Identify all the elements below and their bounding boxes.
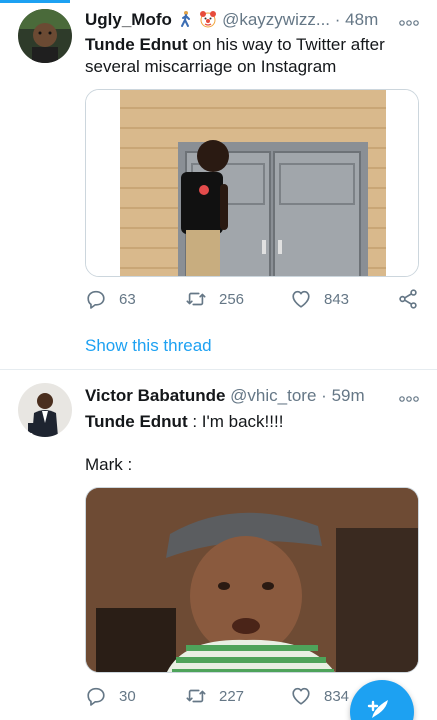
reply-icon — [87, 290, 105, 309]
mention-name: Tunde Ednut — [85, 35, 188, 54]
avatar[interactable] — [18, 383, 72, 437]
tweet-text: Tunde Ednut : I'm back!!!! — [85, 411, 405, 433]
retweet-button[interactable]: 256 — [185, 288, 244, 310]
user-handle[interactable]: @kayzywizz... — [222, 10, 330, 29]
timestamp[interactable]: 48m — [345, 10, 378, 29]
tweet-text-second-line: Mark : — [85, 455, 133, 474]
user-handle[interactable]: @vhic_tore — [230, 386, 316, 405]
reply-button[interactable]: 63 — [85, 288, 136, 310]
tweet-header: Ugly_Mofo @kayzywizz... · 48m — [85, 10, 378, 30]
more-options-icon[interactable] — [399, 391, 419, 402]
heart-icon — [292, 687, 310, 705]
show-thread-link[interactable]: Show this thread — [85, 336, 212, 356]
compose-tweet-icon — [367, 700, 388, 718]
reply-count: 30 — [119, 687, 136, 705]
share-button[interactable] — [397, 288, 419, 310]
tweet-body: : I'm back!!!! — [187, 412, 284, 431]
mention-name: Tunde Ednut — [85, 412, 188, 431]
clown-face-emoji — [199, 10, 217, 28]
person-walking-emoji — [177, 10, 195, 28]
timestamp[interactable]: 59m — [332, 386, 365, 405]
share-icon — [399, 289, 417, 309]
reply-button[interactable]: 30 — [85, 685, 136, 707]
like-button[interactable]: 843 — [290, 288, 349, 310]
like-button[interactable]: 834 — [290, 685, 349, 707]
tweet-item[interactable]: Ugly_Mofo @kayzywizz... · 48m Tunde Ednu… — [0, 0, 437, 370]
separator: · — [334, 10, 341, 29]
display-name[interactable]: Victor Babatunde — [85, 386, 225, 405]
tweet-text: Tunde Ednut on his way to Twitter after … — [85, 34, 405, 78]
tweet-media-image[interactable] — [85, 89, 419, 277]
retweet-icon — [186, 689, 206, 703]
like-count: 843 — [324, 290, 350, 308]
reply-icon — [87, 687, 105, 706]
retweet-icon — [186, 292, 206, 306]
separator: · — [321, 386, 327, 405]
more-options-icon[interactable] — [399, 15, 419, 26]
tweet-media-image[interactable] — [85, 487, 419, 673]
tweet-header: Victor Babatunde @vhic_tore · 59m — [85, 386, 365, 406]
avatar[interactable] — [18, 9, 72, 63]
tweet-item[interactable]: Victor Babatunde @vhic_tore · 59m Tunde … — [0, 371, 437, 720]
retweet-count: 227 — [219, 687, 245, 705]
display-name[interactable]: Ugly_Mofo — [85, 10, 172, 29]
heart-icon — [292, 290, 310, 308]
like-count: 834 — [324, 687, 350, 705]
retweet-count: 256 — [219, 290, 245, 308]
reply-count: 63 — [119, 290, 136, 308]
tweet-actions: 63 256 843 — [85, 288, 419, 312]
retweet-button[interactable]: 227 — [185, 685, 244, 707]
